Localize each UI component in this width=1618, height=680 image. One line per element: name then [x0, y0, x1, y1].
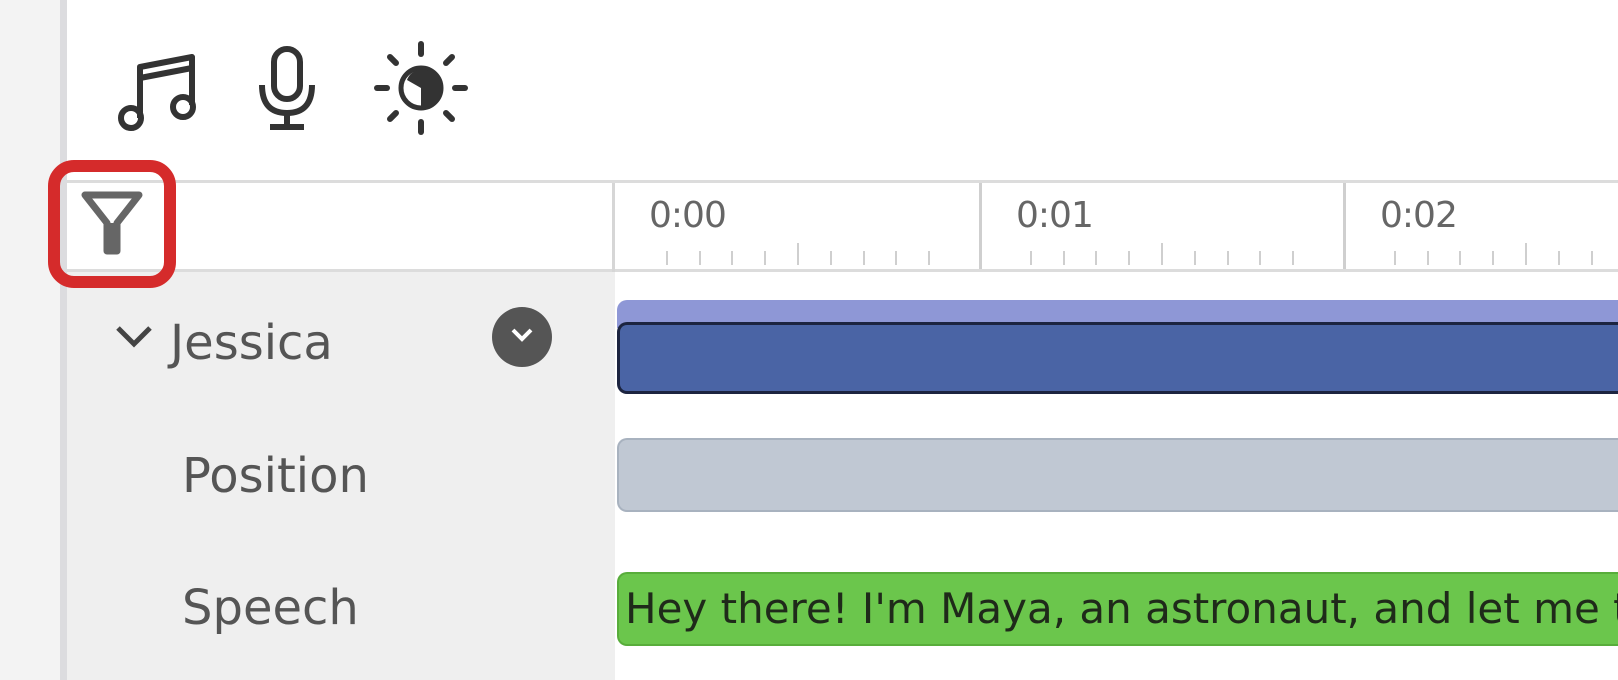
ruler-major-tick [1343, 183, 1346, 269]
timeline-editor: 0:00 0:01 0:02 Jessica Position Speech H… [0, 0, 1618, 680]
filter-icon [81, 189, 143, 259]
track-label-position[interactable]: Position [182, 448, 369, 504]
ruler-minor-tick [1292, 251, 1295, 265]
ruler-minor-tick [731, 251, 734, 265]
speech-clip-text: Hey there! I'm Maya, an astronaut, and l… [625, 584, 1618, 633]
ruler-minor-tick [1062, 251, 1065, 265]
ruler-minor-tick [1095, 251, 1098, 265]
ruler-minor-tick [1029, 251, 1032, 265]
left-gutter [0, 0, 60, 680]
ruler-minor-tick [1459, 251, 1462, 265]
toolbar [67, 0, 1618, 180]
chevron-down-icon [509, 326, 535, 348]
ruler-label-2: 0:02 [1380, 195, 1458, 236]
brightness-icon[interactable] [371, 38, 471, 138]
ruler-minor-tick [1525, 243, 1527, 265]
ruler-minor-tick [1557, 251, 1560, 265]
speech-clip[interactable]: Hey there! I'm Maya, an astronaut, and l… [617, 572, 1618, 646]
ruler-minor-tick [928, 251, 931, 265]
track-options-button[interactable] [492, 307, 552, 367]
filter-button[interactable] [48, 160, 176, 288]
ruler-minor-tick [1393, 251, 1396, 265]
ruler-minor-tick [1590, 251, 1593, 265]
microphone-icon[interactable] [237, 38, 337, 138]
ruler-label-1: 0:01 [1016, 195, 1094, 236]
track-label-speech[interactable]: Speech [182, 580, 359, 636]
ruler-minor-tick [1226, 251, 1229, 265]
ruler-minor-tick [797, 243, 799, 265]
group-clip[interactable] [617, 322, 1618, 394]
ruler-minor-tick [665, 251, 668, 265]
ruler-minor-tick [698, 251, 701, 265]
ruler-minor-tick [1128, 251, 1131, 265]
music-note-icon[interactable] [109, 38, 209, 138]
left-border [60, 0, 67, 680]
ruler-minor-tick [1492, 251, 1495, 265]
ruler-minor-tick [1426, 251, 1429, 265]
chevron-down-icon[interactable] [114, 322, 154, 356]
ruler-major-tick [979, 183, 982, 269]
ruler-label-0: 0:00 [649, 195, 727, 236]
ruler-minor-tick [829, 251, 832, 265]
ruler-minor-tick [764, 251, 767, 265]
ruler-minor-tick [895, 251, 898, 265]
ruler-minor-tick [1193, 251, 1196, 265]
track-group-label[interactable]: Jessica [170, 315, 333, 371]
position-clip[interactable] [617, 438, 1618, 512]
ruler-minor-tick [1161, 243, 1163, 265]
ruler-minor-tick [1259, 251, 1262, 265]
ruler-minor-tick [862, 251, 865, 265]
time-ruler[interactable]: 0:00 0:01 0:02 [615, 183, 1618, 269]
